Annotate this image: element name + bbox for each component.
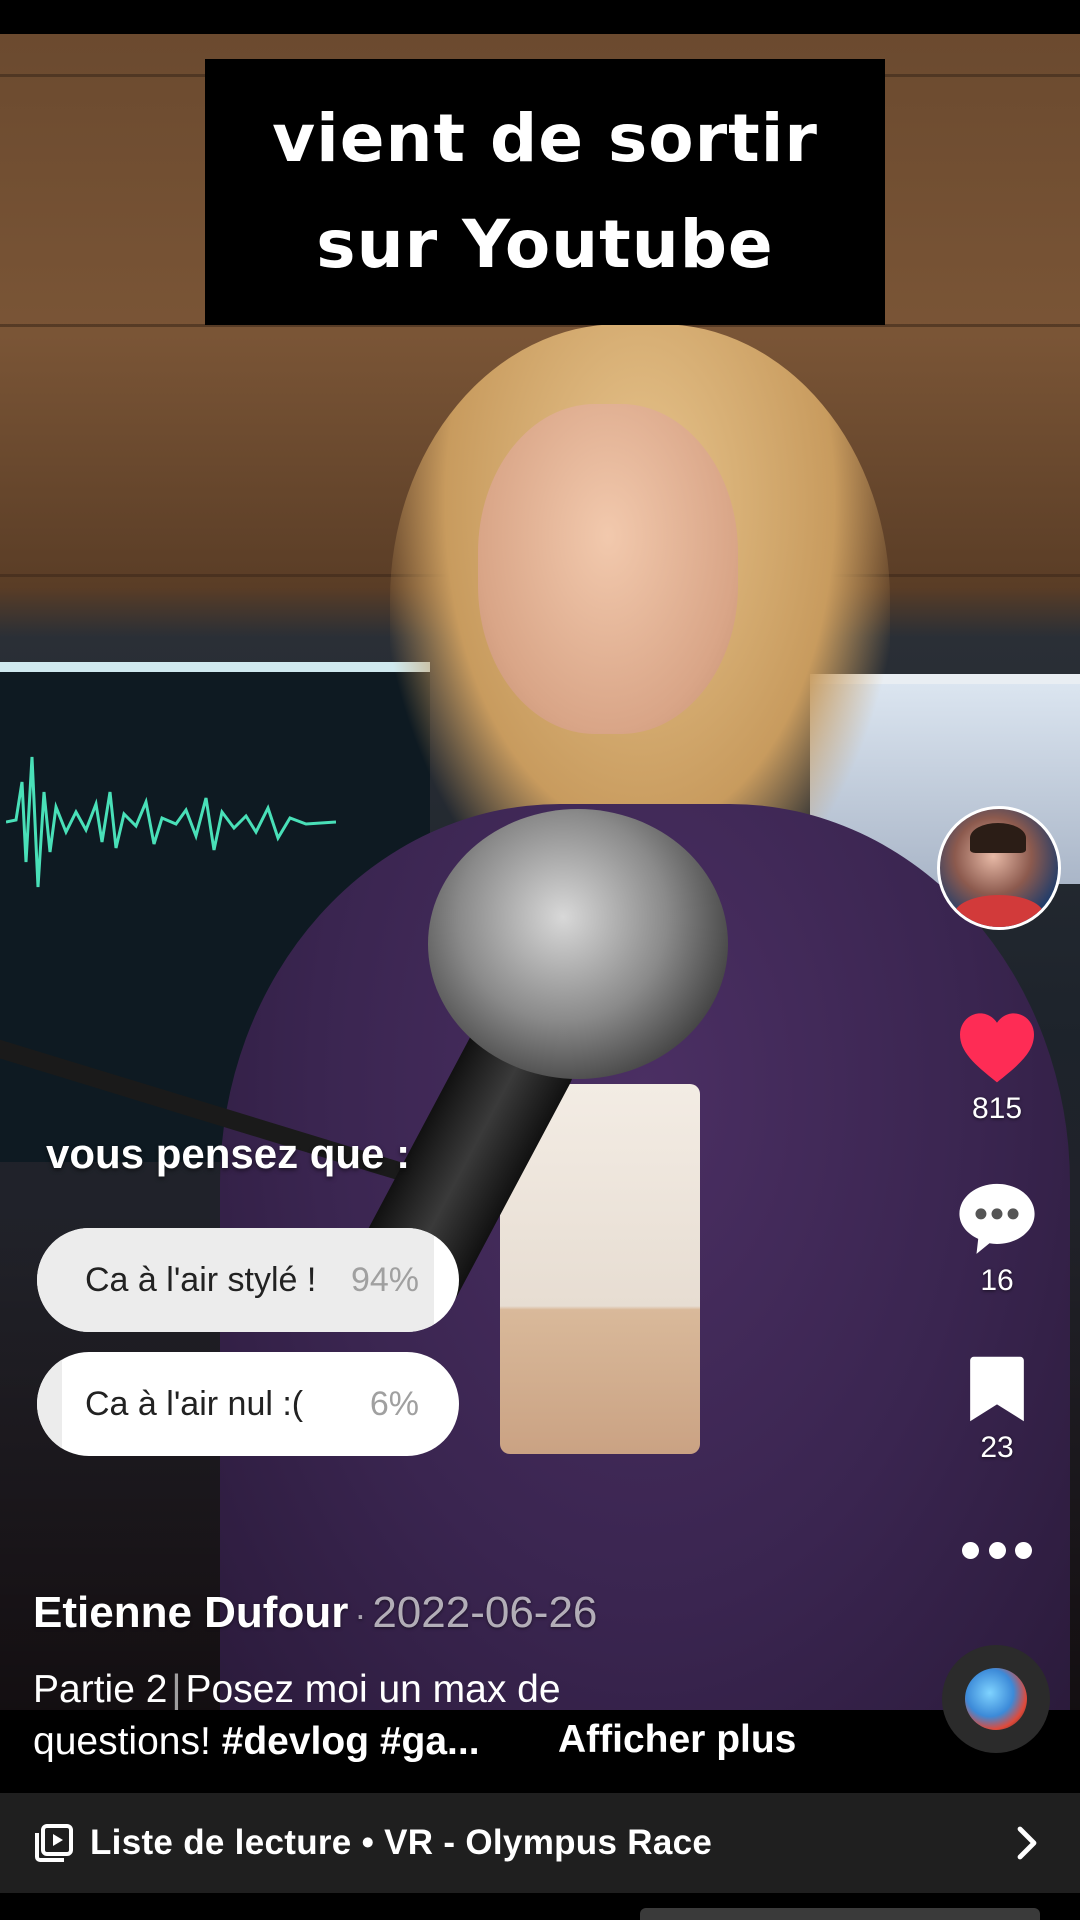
person-face bbox=[478, 404, 738, 734]
playlist-icon bbox=[35, 1824, 73, 1862]
poll-option-label: Ca à l'air stylé ! bbox=[85, 1260, 317, 1299]
music-disc-icon bbox=[965, 1668, 1027, 1730]
playlist-label: Liste de lecture • VR - Olympus Race bbox=[90, 1823, 713, 1862]
avatar-hair bbox=[970, 823, 1026, 853]
video-text-overlay: vient de sortir sur Youtube bbox=[205, 59, 885, 325]
dot-icon bbox=[962, 1541, 979, 1559]
hashtags[interactable]: #devlog #ga... bbox=[222, 1720, 480, 1763]
description-text: Posez moi un max de bbox=[185, 1668, 561, 1711]
poll-result-fill bbox=[37, 1352, 63, 1456]
playlist-bar[interactable]: Liste de lecture • VR - Olympus Race bbox=[0, 1793, 1080, 1893]
description-line1: Partie 2 | Posez moi un max de bbox=[33, 1668, 561, 1712]
heart-icon bbox=[960, 1013, 1034, 1083]
comment-count: 16 bbox=[980, 1264, 1014, 1297]
creator-avatar[interactable] bbox=[937, 806, 1061, 930]
poll-option-percent: 94% bbox=[350, 1260, 419, 1299]
comment-icon bbox=[959, 1183, 1035, 1254]
poll-question: vous pensez que : bbox=[46, 1130, 411, 1177]
poll-option-label: Ca à l'air nul :( bbox=[85, 1384, 304, 1423]
description-text-cont: questions! bbox=[33, 1720, 211, 1763]
comment-button[interactable]: 16 bbox=[947, 1180, 1047, 1298]
show-more-button[interactable]: Afficher plus bbox=[558, 1718, 796, 1762]
overlay-caption-line2: sur Youtube bbox=[316, 206, 774, 283]
poll-option-percent: 6% bbox=[369, 1384, 419, 1423]
bookmark-count: 23 bbox=[980, 1431, 1014, 1464]
bookmark-button[interactable]: 23 bbox=[947, 1355, 1047, 1465]
like-button[interactable]: 815 bbox=[947, 1010, 1047, 1126]
dot-icon bbox=[988, 1541, 1006, 1559]
bookmark-icon bbox=[970, 1356, 1024, 1422]
music-disc-button[interactable] bbox=[942, 1645, 1050, 1753]
home-indicator bbox=[640, 1908, 1040, 1920]
post-date: 2022-06-26 bbox=[372, 1588, 598, 1637]
author-name[interactable]: Etienne Dufour bbox=[33, 1588, 348, 1637]
avatar-shirt bbox=[954, 895, 1044, 927]
audio-waveform bbox=[6, 756, 336, 888]
overlay-caption-line1: vient de sortir bbox=[272, 100, 818, 177]
author-line: Etienne Dufour · 2022-06-26 bbox=[33, 1588, 597, 1638]
dot-icon bbox=[1015, 1541, 1032, 1559]
like-count: 815 bbox=[971, 1092, 1023, 1125]
description-line2: questions! #devlog #ga... bbox=[33, 1720, 480, 1764]
poll-option[interactable]: Ca à l'air nul :( 6% bbox=[37, 1352, 459, 1456]
description-part: Partie 2 bbox=[33, 1668, 168, 1711]
poll-option[interactable]: Ca à l'air stylé ! 94% bbox=[37, 1228, 459, 1332]
chevron-right-icon bbox=[1017, 1826, 1037, 1860]
mic-windscreen bbox=[428, 809, 728, 1079]
description-separator: | bbox=[171, 1668, 182, 1711]
author-date-separator: · bbox=[354, 1594, 367, 1635]
more-options-button[interactable] bbox=[962, 1537, 1032, 1563]
